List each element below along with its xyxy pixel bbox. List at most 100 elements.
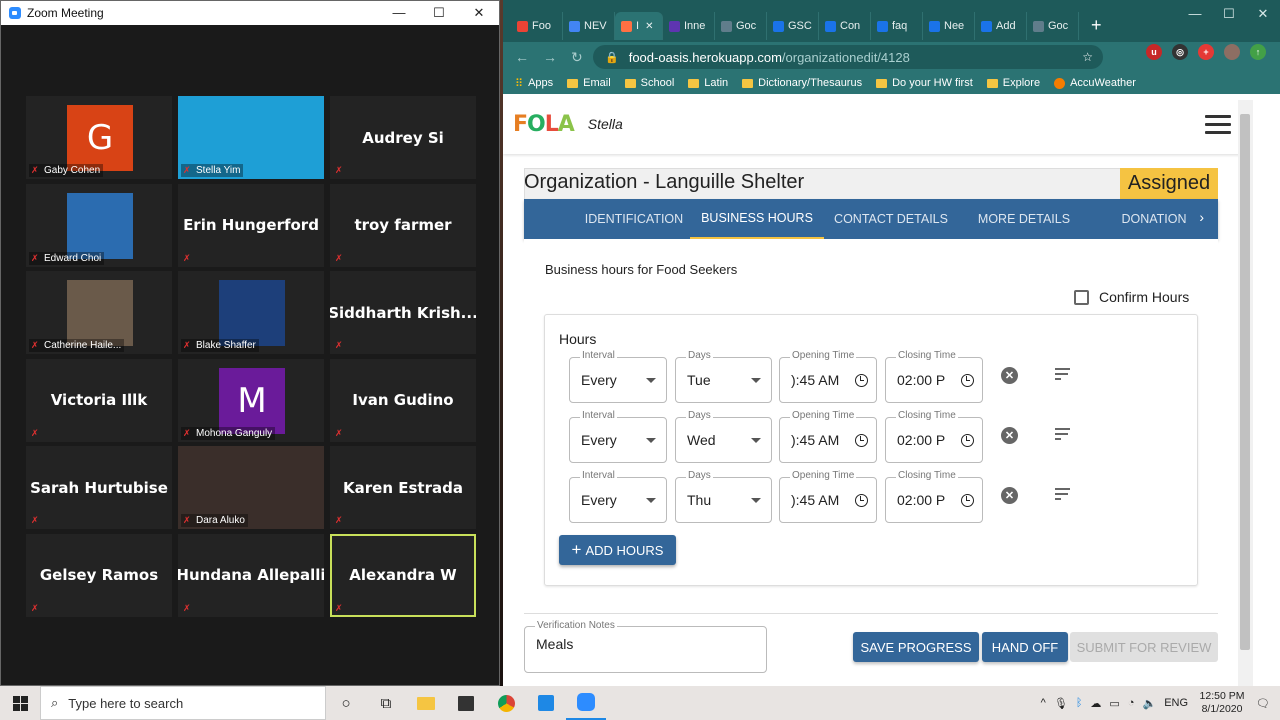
day-select[interactable]: Days Wed <box>675 410 772 463</box>
minimize-icon[interactable]: — <box>1178 0 1212 28</box>
chevron-right-icon[interactable]: › <box>1199 209 1204 225</box>
chevron-up-icon[interactable]: ^ <box>1041 697 1046 709</box>
network-icon[interactable]: ◔ <box>1128 697 1135 709</box>
hand-off-button[interactable]: HAND OFF <box>982 632 1068 662</box>
participant-tile[interactable]: Karen Estrada ✗ <box>330 446 476 529</box>
bookmark-item[interactable]: Latin <box>688 77 728 89</box>
cloud-icon[interactable]: ☁ <box>1090 697 1101 710</box>
star-icon[interactable]: ☆ <box>1082 50 1093 64</box>
bookmark-item[interactable]: ⠿ Apps <box>515 77 553 90</box>
participant-tile[interactable]: Victoria Illk ✗ <box>26 358 172 442</box>
volume-icon[interactable]: 🔈 <box>1142 697 1156 710</box>
profile-avatar[interactable] <box>1224 44 1240 60</box>
zoom-app-icon[interactable] <box>566 686 606 720</box>
close-icon[interactable]: ✕ <box>459 1 499 25</box>
remove-hours-icon[interactable]: ✕ <box>1001 367 1018 384</box>
wrap-text-icon[interactable] <box>1055 427 1071 441</box>
opening-time-input[interactable]: Opening Time):45 AM <box>779 470 877 523</box>
tab-more-details[interactable]: MORE DETAILS <box>958 199 1090 239</box>
new-tab-icon[interactable]: + <box>1091 15 1102 36</box>
participant-tile[interactable]: Catherine Haile... ✗ <box>26 271 172 354</box>
wrap-text-icon[interactable] <box>1055 487 1071 501</box>
tab-business-hours[interactable]: BUSINESS HOURS <box>690 199 824 239</box>
participant-tile[interactable]: troy farmer ✗ <box>330 183 476 267</box>
bookmark-item[interactable]: Do your HW first <box>876 77 973 89</box>
clock[interactable]: 12:50 PM 8/1/2020 <box>1196 690 1248 716</box>
participant-tile[interactable]: Gelsey Ramos ✗ <box>26 533 172 617</box>
closing-time-input[interactable]: Closing Time 02:00 P <box>885 470 983 523</box>
participant-tile[interactable]: Dara Aluko ✗ <box>178 446 324 529</box>
close-icon[interactable]: ✕ <box>1246 0 1280 28</box>
browser-tab[interactable]: GSC <box>767 12 819 40</box>
url-input[interactable]: 🔒 food-oasis.herokuapp.com/organizatione… <box>593 45 1103 69</box>
participant-tile[interactable]: Hundana Allepalli ✗ <box>178 533 324 617</box>
participant-tile[interactable]: G Gaby Cohen ✗ <box>26 96 172 179</box>
participant-tile[interactable]: Sarah Hurtubise ✗ <box>26 446 172 529</box>
notifications-icon[interactable]: 🗨 <box>1256 697 1270 710</box>
browser-tab[interactable]: Add <box>975 12 1027 40</box>
cortana-icon[interactable]: ○ <box>326 686 366 720</box>
interval-select[interactable]: Interval Every <box>569 470 667 523</box>
bookmark-item[interactable]: School <box>624 77 674 89</box>
browser-tab[interactable]: NEV <box>563 12 615 40</box>
interval-select[interactable]: Interval Every <box>569 350 667 403</box>
participant-tile[interactable]: Blake Shaffer ✗ <box>178 271 324 354</box>
browser-tab[interactable]: Foo <box>511 12 563 40</box>
browser-tab[interactable]: Inne <box>663 12 715 40</box>
browser-tab[interactable]: I ✕ <box>615 12 663 40</box>
file-explorer-icon[interactable] <box>406 686 446 720</box>
microphone-icon[interactable]: 🎙 <box>1054 697 1068 710</box>
participant-tile[interactable]: Stella Yim ✗ <box>178 96 324 179</box>
bookmark-item[interactable]: Explore <box>986 77 1040 89</box>
fola-logo[interactable]: FOLA <box>513 112 575 137</box>
chrome-icon[interactable] <box>486 686 526 720</box>
participant-tile[interactable]: Siddharth Krish... ✗ <box>330 271 476 354</box>
opening-time-input[interactable]: Opening Time):45 AM <box>779 350 877 403</box>
close-tab-icon[interactable]: ✕ <box>645 21 653 32</box>
add-hours-button[interactable]: + ADD HOURS <box>559 535 676 565</box>
back-icon[interactable]: ← <box>515 49 529 66</box>
closing-time-input[interactable]: Closing Time 02:00 P <box>885 410 983 463</box>
tab-contact-details[interactable]: CONTACT DETAILS <box>824 199 958 239</box>
battery-icon[interactable]: ▭ <box>1109 697 1119 710</box>
participant-tile[interactable]: Edward Choi ✗ <box>26 183 172 267</box>
participant-tile[interactable]: Erin Hungerford ✗ <box>178 183 324 267</box>
save-progress-button[interactable]: SAVE PROGRESS <box>853 632 979 662</box>
forward-icon[interactable]: → <box>543 49 557 66</box>
participant-tile[interactable]: M Mohona Ganguly ✗ <box>178 358 324 442</box>
participant-tile[interactable]: Audrey Si ✗ <box>330 96 476 179</box>
browser-tab[interactable]: Goc <box>1027 12 1079 40</box>
maximize-icon[interactable]: ☐ <box>1212 0 1246 28</box>
extension-icon[interactable]: ◎ <box>1172 44 1188 60</box>
start-button[interactable] <box>0 686 40 720</box>
bookmark-item[interactable]: Email <box>567 77 611 89</box>
bluetooth-icon[interactable]: ᛒ <box>1076 697 1083 709</box>
closing-time-input[interactable]: Closing Time 02:00 P <box>885 350 983 403</box>
tab-identification[interactable]: IDENTIFICATION <box>578 199 690 239</box>
extension-icon[interactable]: u <box>1146 44 1162 60</box>
hamburger-menu-icon[interactable] <box>1205 114 1231 134</box>
maximize-icon[interactable]: ☐ <box>419 1 459 25</box>
store-icon[interactable] <box>446 686 486 720</box>
day-select[interactable]: Days Thu <box>675 470 772 523</box>
browser-tab[interactable]: Con <box>819 12 871 40</box>
task-view-icon[interactable]: ⧉ <box>366 686 406 720</box>
language-indicator[interactable]: ENG <box>1164 697 1188 709</box>
bookmark-item[interactable]: AccuWeather <box>1054 77 1136 89</box>
participant-tile[interactable]: Ivan Gudino ✗ <box>330 358 476 442</box>
checkbox-icon[interactable] <box>1074 289 1089 305</box>
extension-icon[interactable]: + <box>1198 44 1214 60</box>
remove-hours-icon[interactable]: ✕ <box>1001 487 1018 504</box>
verification-notes-field[interactable]: Verification Notes Meals <box>524 620 767 673</box>
page-scrollbar[interactable] <box>1238 100 1253 686</box>
taskbar-search[interactable]: ⌕ Type here to search <box>40 686 326 720</box>
browser-tab[interactable]: Goc <box>715 12 767 40</box>
reload-icon[interactable]: ↻ <box>571 49 583 66</box>
opening-time-input[interactable]: Opening Time):45 AM <box>779 410 877 463</box>
bookmark-item[interactable]: Dictionary/Thesaurus <box>742 77 862 89</box>
minimize-icon[interactable]: — <box>379 1 419 25</box>
browser-tab[interactable]: Nee <box>923 12 975 40</box>
wrap-text-icon[interactable] <box>1055 367 1071 381</box>
update-icon[interactable]: ↑ <box>1250 44 1266 60</box>
confirm-hours-checkbox[interactable]: Confirm Hours <box>1074 289 1189 305</box>
